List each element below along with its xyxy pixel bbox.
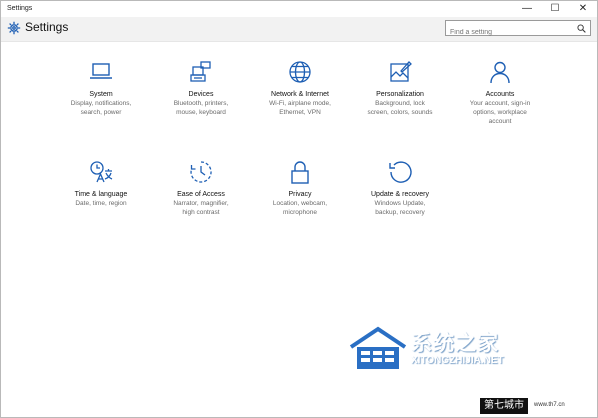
- search-icon[interactable]: [577, 24, 586, 33]
- category-desc-line: options, workplace: [473, 109, 527, 116]
- person-icon: [490, 61, 510, 84]
- watermark-chinese-text: 系统之家: [411, 332, 499, 355]
- category-name: Update & recovery: [371, 191, 429, 198]
- category-desc-line: backup, recovery: [375, 209, 425, 216]
- category-name: Accounts: [485, 91, 515, 98]
- category-desc-line: high contrast: [182, 209, 220, 216]
- category-desc-line: search, power: [80, 109, 122, 116]
- search-input[interactable]: [446, 25, 570, 40]
- watermark-english-text: XITONGZHIJIA.NET: [411, 355, 504, 366]
- lock-icon: [291, 161, 309, 184]
- category-personalization[interactable]: Personalization Background, lock screen,…: [350, 59, 450, 117]
- close-button[interactable]: ✕: [569, 1, 597, 17]
- window-title: Settings: [7, 5, 33, 12]
- minimize-button[interactable]: —: [513, 1, 541, 17]
- category-desc-line: Date, time, region: [75, 200, 127, 207]
- category-privacy[interactable]: Privacy Location, webcam, microphone: [250, 159, 350, 217]
- globe-icon: [289, 61, 311, 83]
- watermark-house-logo-icon: [349, 326, 407, 369]
- category-time-language[interactable]: Time & language Date, time, region: [51, 159, 151, 208]
- category-name: Ease of Access: [177, 191, 225, 198]
- category-desc-line: account: [488, 118, 512, 125]
- category-name: System: [89, 91, 113, 98]
- settings-window: Settings — ☐ ✕ Settings Find a setting S…: [0, 0, 598, 418]
- category-desc-line: screen, colors, sounds: [367, 109, 433, 116]
- laptop-icon: [90, 63, 112, 79]
- category-desc-line: Your account, sign-in: [469, 100, 531, 107]
- watermark: 系统之家 XITONGZHIJIA.NET: [349, 319, 559, 379]
- title-bar: Settings — ☐ ✕: [1, 1, 597, 17]
- category-desc-line: Display, notifications,: [70, 100, 132, 107]
- category-system[interactable]: System Display, notifications, search, p…: [51, 59, 151, 117]
- category-desc-line: Background, lock: [375, 100, 425, 107]
- category-name: Devices: [188, 91, 214, 98]
- personalization-icon: [390, 61, 412, 82]
- refresh-icon: [389, 161, 412, 183]
- category-accounts[interactable]: Accounts Your account, sign-in options, …: [450, 59, 550, 126]
- category-update-recovery[interactable]: Update & recovery Windows Update, backup…: [350, 159, 450, 217]
- settings-header: Settings: [1, 17, 597, 42]
- site-stamp: 第七城市: [480, 398, 528, 414]
- ease-of-access-icon: [190, 161, 212, 183]
- category-desc-line: Ethernet, VPN: [279, 109, 321, 116]
- category-name: Personalization: [376, 91, 424, 98]
- page-title: Settings: [25, 20, 69, 34]
- category-network-internet[interactable]: Network & Internet Wi-Fi, airplane mode,…: [250, 59, 350, 117]
- time-language-icon: [90, 161, 113, 183]
- category-desc-line: microphone: [283, 209, 317, 216]
- site-stamp-url: www.th7.cn: [534, 402, 565, 408]
- category-name: Network & Internet: [271, 91, 329, 98]
- search-box[interactable]: [445, 20, 591, 40]
- category-name: Privacy: [288, 191, 312, 198]
- category-desc-line: Bluetooth, printers,: [173, 100, 229, 107]
- category-ease-of-access[interactable]: Ease of Access Narrator, magnifier, high…: [151, 159, 251, 217]
- category-desc-line: Narrator, magnifier,: [173, 200, 229, 207]
- category-desc-line: Wi-Fi, airplane mode,: [269, 100, 331, 107]
- maximize-button[interactable]: ☐: [541, 1, 569, 17]
- category-desc-line: Windows Update,: [374, 200, 426, 207]
- gear-icon: [7, 21, 21, 35]
- category-desc-line: Location, webcam,: [272, 200, 328, 207]
- category-desc-line: mouse, keyboard: [176, 109, 226, 116]
- devices-icon: [190, 61, 211, 82]
- category-devices[interactable]: Devices Bluetooth, printers, mouse, keyb…: [151, 59, 251, 117]
- category-name: Time & language: [74, 191, 128, 198]
